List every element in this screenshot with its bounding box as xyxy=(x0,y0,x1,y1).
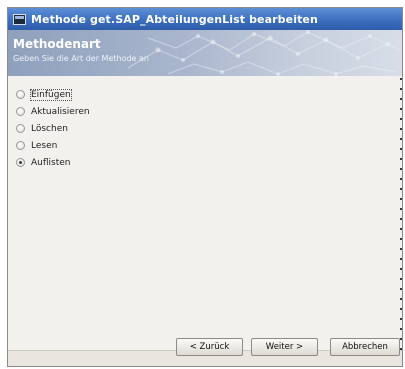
content-panel: Einfügen Aktualisieren Löschen Lesen Auf… xyxy=(8,76,402,350)
radio-button[interactable] xyxy=(16,107,25,116)
header-banner: Methodenart Geben Sie die Art der Method… xyxy=(8,30,402,76)
back-button[interactable]: < Zurück xyxy=(176,338,243,356)
radio-button[interactable] xyxy=(16,124,25,133)
radio-option-aktualisieren[interactable]: Aktualisieren xyxy=(16,103,90,120)
radio-option-loeschen[interactable]: Löschen xyxy=(16,120,90,137)
next-button[interactable]: Weiter > xyxy=(251,338,318,356)
edge-dots-decoration xyxy=(400,78,402,350)
method-type-radio-group: Einfügen Aktualisieren Löschen Lesen Auf… xyxy=(16,86,90,171)
window-title: Methode get.SAP_AbteilungenList bearbeit… xyxy=(31,12,318,26)
radio-button[interactable] xyxy=(16,158,25,167)
banner-subtitle: Geben Sie die Art der Methode an xyxy=(13,54,149,63)
wizard-dialog: Methode get.SAP_AbteilungenList bearbeit… xyxy=(7,7,403,367)
banner-title: Methodenart xyxy=(13,37,101,51)
radio-label: Aktualisieren xyxy=(31,106,90,117)
radio-option-lesen[interactable]: Lesen xyxy=(16,137,90,154)
radio-label: Lesen xyxy=(31,140,58,151)
radio-button[interactable] xyxy=(16,141,25,150)
radio-label: Einfügen xyxy=(30,88,72,101)
cancel-button[interactable]: Abbrechen xyxy=(330,338,400,356)
window-icon xyxy=(13,13,26,25)
radio-option-auflisten[interactable]: Auflisten xyxy=(16,154,90,171)
radio-option-einfuegen[interactable]: Einfügen xyxy=(16,86,90,103)
radio-label: Löschen xyxy=(31,123,68,134)
radio-label: Auflisten xyxy=(31,157,71,168)
title-bar[interactable]: Methode get.SAP_AbteilungenList bearbeit… xyxy=(8,8,402,30)
radio-button[interactable] xyxy=(16,90,25,99)
